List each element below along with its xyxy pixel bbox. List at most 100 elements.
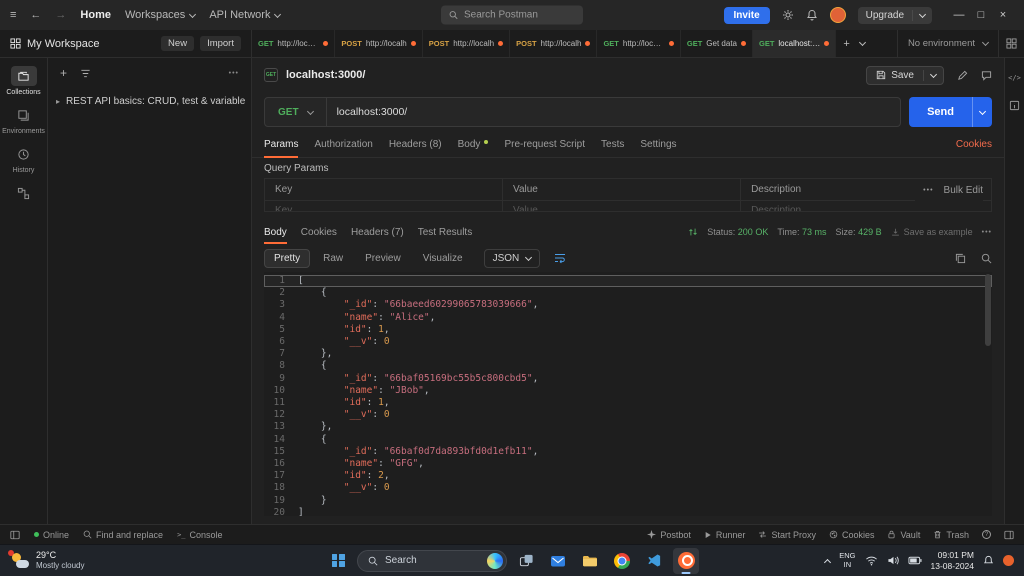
home-link[interactable]: Home — [80, 9, 111, 21]
vault-button[interactable]: Vault — [887, 530, 920, 540]
sidebar-item-history[interactable]: History — [11, 144, 37, 174]
upgrade-button[interactable]: Upgrade — [858, 7, 932, 24]
help-icon[interactable]: ? — [982, 530, 991, 539]
scrollbar[interactable] — [985, 274, 991, 514]
settings-gear-icon[interactable] — [782, 9, 794, 21]
clock-widget[interactable]: 09:01 PM 13-08-2024 — [931, 550, 974, 571]
response-tab-headers[interactable]: Headers (7) — [351, 220, 404, 244]
trash-button[interactable]: Trash — [933, 530, 969, 540]
mail-app-button[interactable] — [545, 548, 571, 574]
open-tab-1[interactable]: GEThttp://localho — [252, 30, 335, 57]
start-button[interactable] — [325, 548, 351, 574]
forward-icon[interactable]: → — [55, 9, 66, 21]
tray-overflow-chevron-icon[interactable] — [825, 557, 830, 565]
response-tab-cookies[interactable]: Cookies — [301, 220, 337, 244]
code-snippet-icon[interactable]: </> — [1008, 74, 1021, 82]
params-more-icon[interactable]: ••• — [923, 187, 933, 194]
search-postman-input[interactable]: Search Postman — [441, 6, 583, 25]
response-tab-test-results[interactable]: Test Results — [418, 220, 472, 244]
console-button[interactable]: >_Console — [177, 530, 222, 540]
file-explorer-button[interactable] — [577, 548, 603, 574]
tab-headers[interactable]: Headers (8) — [389, 132, 442, 157]
volume-icon[interactable] — [887, 555, 899, 566]
tab-authorization[interactable]: Authorization — [314, 132, 372, 157]
save-dropdown[interactable] — [923, 70, 943, 81]
edit-pencil-icon[interactable] — [957, 70, 968, 81]
online-status[interactable]: Online — [34, 530, 69, 540]
cookies-link[interactable]: Cookies — [956, 139, 992, 150]
tab-settings[interactable]: Settings — [640, 132, 676, 157]
user-avatar[interactable] — [830, 7, 846, 23]
open-tab-5[interactable]: GEThttp://localho — [597, 30, 680, 57]
find-and-replace-button[interactable]: Find and replace — [83, 530, 163, 540]
tab-options-chevron-icon[interactable] — [859, 39, 866, 46]
info-icon[interactable] — [1009, 100, 1020, 111]
time-value[interactable]: 73 ms — [802, 227, 827, 237]
status-value[interactable]: 200 OK — [738, 227, 769, 237]
tab-tests[interactable]: Tests — [601, 132, 624, 157]
postbot-button[interactable]: Postbot — [647, 530, 691, 540]
upgrade-dropdown[interactable] — [912, 10, 932, 21]
sidebar-more-icon[interactable]: ••• — [229, 70, 239, 77]
window-minimize-button[interactable]: — — [948, 9, 970, 21]
network-icon[interactable] — [688, 227, 698, 237]
bulk-edit-button[interactable]: Bulk Edit — [944, 185, 983, 196]
runner-button[interactable]: Runner — [704, 530, 746, 540]
new-button[interactable]: New — [161, 36, 194, 51]
api-network-menu[interactable]: API Network — [209, 9, 280, 21]
workspace-switcher[interactable]: My Workspace — [10, 38, 100, 50]
view-pretty[interactable]: Pretty — [264, 249, 310, 268]
panel-layout-icon[interactable] — [1004, 530, 1014, 540]
cookies-button[interactable]: Cookies — [829, 530, 875, 540]
open-tab-3[interactable]: POSThttp://localh — [423, 30, 510, 57]
wifi-icon[interactable] — [865, 555, 878, 566]
tab-params[interactable]: Params — [264, 132, 298, 157]
response-body-json[interactable]: 1[2 {3 "_id": "66baeed60299065783039666"… — [264, 272, 992, 516]
format-dropdown[interactable]: JSON — [484, 249, 541, 268]
task-view-button[interactable] — [513, 548, 539, 574]
add-collection-button[interactable]: + — [60, 66, 67, 80]
invite-button[interactable]: Invite — [724, 7, 770, 24]
save-as-example-button[interactable]: Save as example — [891, 227, 973, 237]
response-more-icon[interactable]: ••• — [982, 229, 992, 236]
save-button[interactable]: Save — [866, 66, 944, 85]
view-raw[interactable]: Raw — [314, 250, 352, 267]
search-response-icon[interactable] — [981, 253, 992, 264]
response-tab-body[interactable]: Body — [264, 220, 287, 244]
sidebar-toggle-icon[interactable] — [10, 530, 20, 540]
comment-icon[interactable] — [981, 70, 992, 81]
notifications-bell-icon[interactable] — [806, 9, 818, 21]
chrome-button[interactable] — [609, 548, 635, 574]
sidebar-item-flows[interactable] — [11, 183, 37, 203]
param-value-input[interactable]: Value — [503, 201, 741, 212]
window-close-button[interactable]: × — [992, 9, 1014, 21]
scrollbar-thumb[interactable] — [985, 274, 991, 346]
sidebar-item-environments[interactable]: Environments — [2, 105, 45, 135]
open-tab-4[interactable]: POSThttp://localh — [510, 30, 597, 57]
main-menu-icon[interactable]: ≡ — [10, 9, 16, 21]
copy-icon[interactable] — [955, 253, 966, 264]
tab-body[interactable]: Body — [458, 132, 489, 157]
sidebar-item-collections[interactable]: Collections — [6, 66, 40, 96]
method-dropdown[interactable]: GET — [265, 98, 327, 126]
wrap-lines-icon[interactable] — [554, 252, 566, 264]
workspaces-menu[interactable]: Workspaces — [125, 9, 195, 21]
language-indicator[interactable]: ENG IN — [839, 552, 855, 569]
tab-pre-request-script[interactable]: Pre-request Script — [504, 132, 585, 157]
param-description-input[interactable]: Description — [741, 201, 991, 212]
battery-icon[interactable] — [908, 556, 922, 565]
environment-selector[interactable]: No environment — [898, 30, 998, 57]
size-value[interactable]: 429 B — [858, 227, 882, 237]
import-button[interactable]: Import — [200, 36, 241, 51]
open-tab-2[interactable]: POSThttp://localh — [335, 30, 422, 57]
vscode-button[interactable] — [641, 548, 667, 574]
view-preview[interactable]: Preview — [356, 250, 410, 267]
send-dropdown[interactable] — [972, 97, 992, 127]
tree-collapse-icon[interactable]: ▸ — [56, 97, 60, 106]
view-visualize[interactable]: Visualize — [414, 250, 472, 267]
window-maximize-button[interactable]: □ — [970, 9, 992, 21]
param-key-input[interactable]: Key — [265, 201, 503, 212]
notification-bell-icon[interactable] — [983, 555, 994, 566]
back-icon[interactable]: ← — [30, 9, 41, 21]
postman-taskbar-button[interactable] — [673, 548, 699, 574]
